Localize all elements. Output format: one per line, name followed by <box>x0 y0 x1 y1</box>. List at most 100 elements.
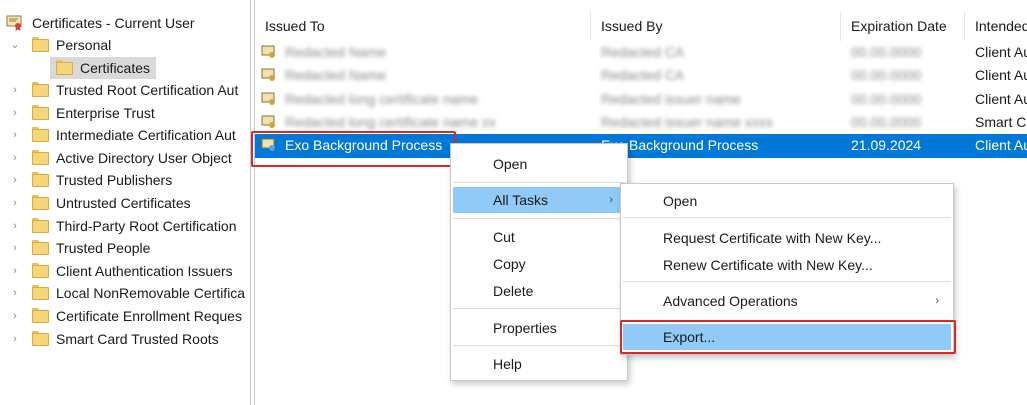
menu-item-properties[interactable]: Properties <box>453 315 625 341</box>
tree-item-store[interactable]: › Local NonRemovable Certifica <box>0 282 250 304</box>
context-menu: Open All Tasks › Cut Copy Delete Propert… <box>450 143 628 381</box>
console-tree[interactable]: Certificates - Current User ⌄ Personal C… <box>0 0 251 405</box>
cell-expiration-date: 00.00.0000 <box>851 90 922 107</box>
tree-item-label: Intermediate Certification Aut <box>56 127 236 144</box>
column-header-issued-by[interactable]: Issued By <box>591 11 841 41</box>
chevron-right-icon[interactable]: › <box>8 192 22 214</box>
cell-issued-to: Redacted Name <box>285 44 387 60</box>
cell-intended-purposes: Smart Ca <box>975 113 1027 130</box>
menu-separator <box>453 345 625 346</box>
chevron-right-icon: › <box>609 194 613 206</box>
chevron-right-icon[interactable]: › <box>8 169 22 191</box>
tree-item-label: Untrusted Certificates <box>56 195 191 211</box>
column-header-intended-purposes[interactable]: Intended <box>965 11 1027 41</box>
list-header: Issued To Issued By Expiration Date Inte… <box>255 11 1027 41</box>
submenu-item-advanced-operations[interactable]: Advanced Operations › <box>623 288 951 314</box>
chevron-right-icon[interactable]: › <box>8 215 22 237</box>
column-header-issued-to[interactable]: Issued To <box>255 11 591 41</box>
table-row[interactable]: Redacted long certificate name Redacted i… <box>255 88 1027 110</box>
folder-icon <box>32 330 49 346</box>
certificate-icon <box>261 115 275 128</box>
tree-item-label: Active Directory User Object <box>56 149 232 166</box>
folder-icon <box>32 127 49 143</box>
cell-issued-by: Redacted issuer name xxxx <box>601 113 773 130</box>
menu-separator <box>453 182 625 183</box>
table-row[interactable]: Redacted long certificate name xx Redacte… <box>255 111 1027 133</box>
folder-icon <box>32 240 49 256</box>
tree-item-label: Third-Party Root Certification <box>56 217 237 234</box>
folder-icon <box>32 82 49 97</box>
table-row[interactable]: Redacted Name Redacted CA 00.00.0000 Client… <box>255 41 1027 63</box>
chevron-right-icon[interactable]: › <box>8 328 22 350</box>
cell-issued-by: Redacted CA <box>601 44 685 60</box>
certificate-icon <box>261 92 275 105</box>
tree-item-store[interactable]: › Intermediate Certification Aut <box>0 124 250 146</box>
cell-expiration-date: 00.00.0000 <box>851 44 922 60</box>
cell-intended-purposes: Client Au <box>975 90 1027 107</box>
menu-item-open[interactable]: Open <box>453 151 625 177</box>
folder-icon <box>32 172 49 188</box>
menu-item-label: Advanced Operations <box>663 293 798 309</box>
cell-issued-to: Redacted Name <box>285 67 387 84</box>
folder-icon <box>32 195 49 210</box>
tree-item-certificates[interactable]: Certificates <box>0 57 250 79</box>
submenu-item-open[interactable]: Open <box>623 188 951 214</box>
menu-separator <box>623 281 951 282</box>
cell-expiration-date: 21.09.2024 <box>851 137 922 154</box>
cell-expiration-date: 00.00.0000 <box>851 67 922 84</box>
menu-item-delete[interactable]: Delete <box>453 278 625 304</box>
chevron-right-icon[interactable]: › <box>8 102 22 124</box>
tree-item-store[interactable]: › Certificate Enrollment Reques <box>0 305 250 327</box>
tree-item-store[interactable]: › Trusted Root Certification Aut <box>0 79 250 101</box>
cell-issued-to: Redacted long certificate name xx <box>285 113 496 130</box>
certificate-icon <box>261 45 275 58</box>
tree-item-store[interactable]: › Untrusted Certificates <box>0 192 250 214</box>
tree-item-store[interactable]: › Trusted People <box>0 237 250 259</box>
tree-item-store[interactable]: › Active Directory User Object <box>0 147 250 169</box>
chevron-right-icon[interactable]: › <box>8 124 22 146</box>
cell-issued-to: Redacted long certificate name <box>285 90 478 107</box>
chevron-right-icon: › <box>935 295 939 307</box>
tree-item-personal[interactable]: ⌄ Personal <box>0 34 250 56</box>
chevron-right-icon[interactable]: › <box>8 260 22 282</box>
menu-separator <box>453 308 625 309</box>
submenu-item-renew-new-key[interactable]: Renew Certificate with New Key... <box>623 252 951 278</box>
tree-item-store[interactable]: › Third-Party Root Certification <box>0 215 250 237</box>
chevron-right-icon[interactable]: › <box>8 237 22 259</box>
menu-item-copy[interactable]: Copy <box>453 251 625 277</box>
chevron-down-icon[interactable]: ⌄ <box>8 34 22 56</box>
chevron-right-icon[interactable]: › <box>8 282 22 304</box>
tree-item-label: Trusted People <box>56 240 151 257</box>
folder-icon <box>32 308 49 323</box>
tree-item-store[interactable]: › Enterprise Trust <box>0 102 250 124</box>
cell-issued-by: Redacted issuer name <box>601 90 742 107</box>
tree-item-label: Client Authentication Issuers <box>56 262 233 279</box>
menu-separator <box>453 218 625 219</box>
menu-separator <box>623 217 951 218</box>
column-header-expiration-date[interactable]: Expiration Date <box>841 11 965 41</box>
folder-icon <box>32 104 49 120</box>
tree-item-store[interactable]: › Client Authentication Issuers <box>0 260 250 282</box>
folder-icon <box>32 37 49 52</box>
tree-item-store[interactable]: › Trusted Publishers <box>0 169 250 191</box>
table-row[interactable]: Redacted Name Redacted CA 00.00.0000 Client… <box>255 64 1027 86</box>
folder-icon <box>32 149 49 165</box>
folder-icon <box>32 217 49 233</box>
tree-item-label: Enterprise Trust <box>56 104 155 121</box>
cell-intended-purposes: Client Au <box>975 44 1027 60</box>
tree-item-store[interactable]: › Smart Card Trusted Roots <box>0 328 250 350</box>
chevron-right-icon[interactable]: › <box>8 305 22 327</box>
tree-item-label: Trusted Root Certification Aut <box>56 82 239 98</box>
tree-item-label: Smart Card Trusted Roots <box>56 330 219 347</box>
tree-root[interactable]: Certificates - Current User <box>0 12 250 34</box>
annotation-highlight-export <box>620 320 956 354</box>
menu-item-cut[interactable]: Cut <box>453 224 625 250</box>
tree-item-label: Trusted Publishers <box>56 172 173 189</box>
chevron-right-icon[interactable]: › <box>8 147 22 169</box>
submenu-item-request-new-key[interactable]: Request Certificate with New Key... <box>623 225 951 251</box>
menu-item-help[interactable]: Help <box>453 351 625 377</box>
menu-item-all-tasks[interactable]: All Tasks › <box>453 187 625 213</box>
cell-intended-purposes: Client Au <box>975 67 1027 84</box>
chevron-right-icon[interactable]: › <box>8 79 22 101</box>
cell-intended-purposes: Client Au <box>975 137 1027 154</box>
